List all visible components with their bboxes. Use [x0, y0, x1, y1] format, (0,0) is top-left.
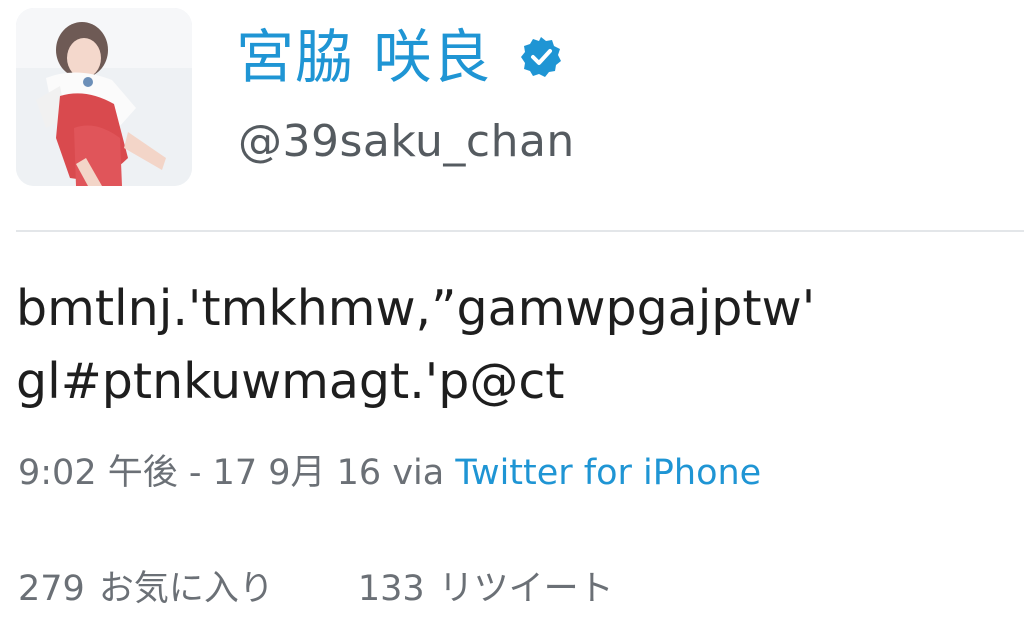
tweet-text-line: bmtlnj.'tmkhmw,”gamwpgajptw': [16, 280, 816, 337]
favorites-count: 279: [18, 569, 85, 609]
timestamp[interactable]: 9:02 午後 - 17 9月 16: [18, 453, 381, 493]
retweets-count: 133: [357, 569, 425, 609]
verified-badge-icon: [521, 37, 562, 77]
tweet-meta: 9:02 午後 - 17 9月 16 via Twitter for iPhon…: [18, 452, 761, 494]
display-name[interactable]: 宮脇 咲良: [236, 28, 491, 86]
avatar-image: [16, 8, 192, 186]
display-name-row: 宮脇 咲良: [236, 18, 563, 96]
avatar[interactable]: [16, 8, 192, 186]
client-link[interactable]: Twitter for iPhone: [455, 453, 761, 493]
favorites-label: お気に入り: [98, 569, 274, 609]
header-divider: [16, 230, 1024, 232]
retweets-stat[interactable]: 133 リツイート: [358, 568, 614, 610]
username[interactable]: @39saku_chan: [238, 117, 575, 166]
tweet-card: 宮脇 咲良 @39saku_chan bmtlnj.'tmkhmw,”gamwp…: [0, 0, 1024, 633]
via-label: via: [392, 453, 445, 493]
tweet-header: 宮脇 咲良 @39saku_chan: [0, 0, 1024, 230]
tweet-stats: 279 お気に入り 133 リツイート: [18, 568, 614, 610]
tweet-text-line: gl#ptnkuwmagt.'p@ct: [16, 353, 565, 410]
retweets-label: リツイート: [438, 569, 614, 609]
tweet-text: bmtlnj.'tmkhmw,”gamwpgajptw' gl#ptnkuwmag…: [16, 272, 1021, 418]
favorites-stat[interactable]: 279 お気に入り: [18, 568, 274, 610]
